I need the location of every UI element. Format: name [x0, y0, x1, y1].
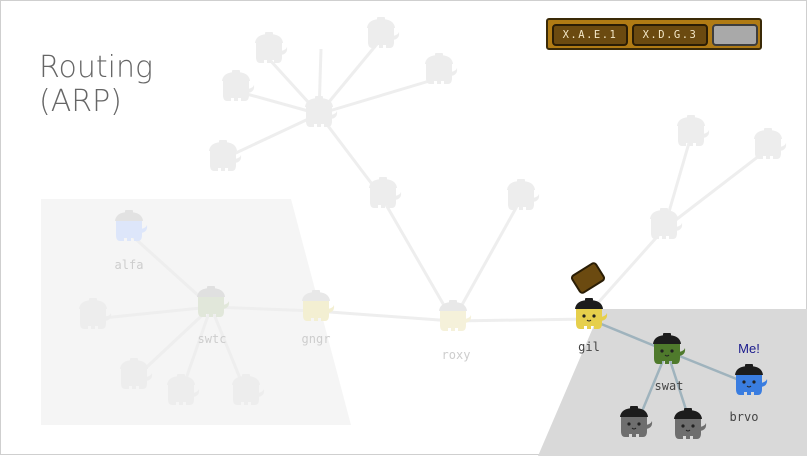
edge — [315, 309, 454, 323]
node-roxy-icon — [439, 300, 472, 331]
edge — [379, 195, 455, 322]
host-mascot-icon — [255, 32, 288, 63]
packet-icon[interactable] — [570, 262, 606, 294]
me-label: Me! — [738, 341, 760, 356]
host-mascot-icon — [754, 128, 787, 159]
router-mascot-icon — [369, 177, 402, 208]
edge — [451, 198, 523, 322]
host-mascot-icon — [222, 70, 255, 101]
node-alfa-label: alfa — [115, 258, 144, 272]
edge — [222, 112, 320, 161]
node-gil-label: gil — [578, 340, 600, 354]
diagram-canvas: Routing (ARP) X.A.E.1 X.D.G.3 alfa swtc … — [0, 0, 807, 456]
edge — [663, 147, 769, 231]
host-mascot-icon — [507, 179, 540, 210]
edge — [318, 77, 437, 116]
network-diagram: alfa swtc gngr roxy gil swat brvo Me! — [41, 17, 807, 456]
node-roxy-label: roxy — [442, 348, 471, 362]
host-mascot-icon — [677, 115, 710, 146]
host-mascot-icon — [367, 17, 400, 48]
node-brvo-label: brvo — [730, 410, 759, 424]
router-mascot-icon — [650, 208, 683, 239]
edge — [452, 317, 590, 323]
host-mascot-icon — [209, 140, 242, 171]
node-gngr-label: gngr — [302, 332, 331, 346]
node-swat-label: swat — [655, 379, 684, 393]
node-gngr-icon — [302, 290, 335, 321]
node-swtc-label: swtc — [198, 332, 227, 346]
host-mascot-icon — [425, 53, 458, 84]
